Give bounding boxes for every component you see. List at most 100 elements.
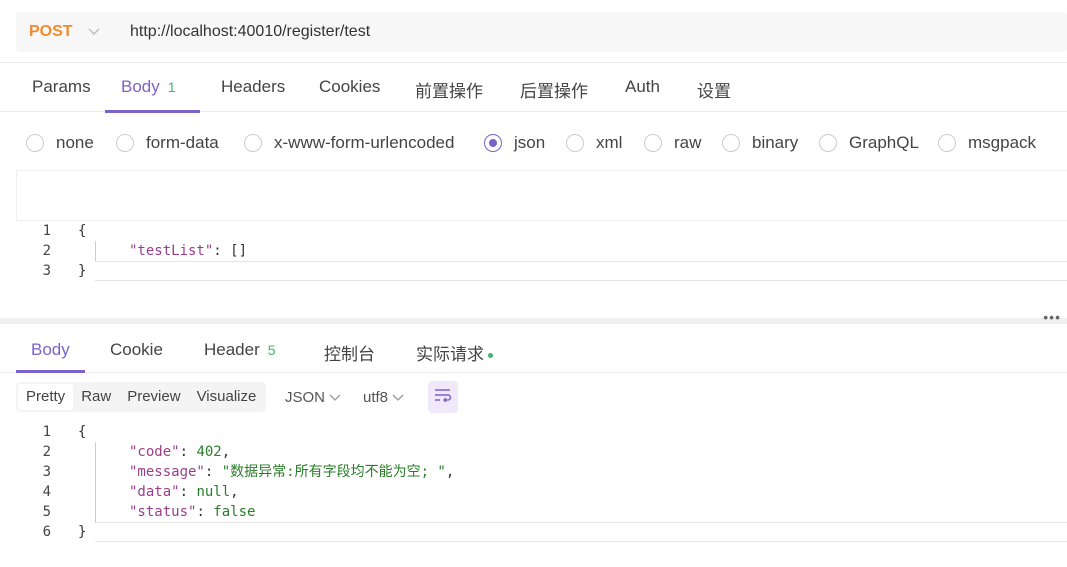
editor-toolbar [16,170,1067,221]
code-line: 6} [16,522,1067,542]
view-visualize-button[interactable]: Visualize [189,384,265,410]
radio-form-data[interactable]: form-data [116,133,219,153]
radio-label: GraphQL [849,133,919,152]
json-value: false [213,504,256,520]
radio-circle [722,134,740,152]
code-line: 3} [16,261,1067,281]
radio-msgpack[interactable]: msgpack [938,133,1036,153]
radio-xml[interactable]: xml [566,133,622,153]
line-number: 2 [42,243,51,259]
view-preview-button[interactable]: Preview [119,384,188,410]
body-type-radios: none form-data x-www-form-urlencoded jso… [0,125,1067,161]
json-value: [] [230,243,248,259]
radio-label: msgpack [968,133,1037,152]
radio-binary[interactable]: binary [722,133,798,153]
radio-label: form-data [146,133,219,152]
more-icon[interactable]: ••• [1043,309,1061,325]
request-tabs: Params Body 1 Headers Cookies 前置操作 后置操作 A… [0,62,1067,113]
resp-tab-header-label: Header [204,340,260,359]
code-text: "testList": [] [129,241,247,261]
resp-tab-cookie[interactable]: Cookie [110,340,163,360]
code-text: } [78,524,87,540]
code-text: "code": 402, [129,444,231,460]
response-tabs: Body Cookie Header 5 控制台 实际请求 [0,328,1067,373]
active-tab-indicator [105,110,200,113]
active-tab-indicator [16,370,85,373]
chevron-down-icon [392,389,404,406]
code-text: "message": "数据异常:所有字段均不能为空; ", [129,464,455,480]
format-select-value: JSON [285,389,326,406]
tab-pre-ops[interactable]: 前置操作 [415,77,483,102]
tab-settings[interactable]: 设置 [697,77,731,102]
code-line: 3 "message": "数据异常:所有字段均不能为空; ", [16,462,1067,482]
code-line: 4 "data": null, [16,482,1067,502]
format-select[interactable]: JSON [285,389,341,406]
view-pretty-button[interactable]: Pretty [18,384,74,410]
code-text: "data": null, [129,484,239,500]
resp-tab-actual-request[interactable]: 实际请求 [416,340,493,365]
view-raw-button[interactable]: Raw [73,384,119,410]
code-text: } [78,263,87,279]
status-dot [488,353,493,359]
wrap-lines-button[interactable] [428,381,458,413]
radio-circle [566,134,584,152]
line-number: 1 [42,223,51,239]
radio-label: xml [596,133,623,152]
radio-circle [116,134,134,152]
json-value: null [196,484,231,500]
json-colon: : [213,243,231,259]
code-text: "status": false [129,504,256,520]
radio-none[interactable]: none [26,133,94,153]
json-key: "data" [129,484,180,500]
code-text: { [78,424,87,440]
json-key: "testList" [129,243,214,259]
code-line: 2 "testList": [] [16,241,1067,261]
chevron-down-icon[interactable] [88,28,118,36]
tab-body-label: Body [121,77,160,96]
json-value: 402 [196,444,222,460]
radio-x-www-form-urlencoded[interactable]: x-www-form-urlencoded [244,133,454,153]
chevron-down-icon [329,389,341,406]
radio-graphql[interactable]: GraphQL [819,133,919,153]
radio-label: none [56,133,94,152]
method-select[interactable]: POST [29,23,76,41]
request-body-editor[interactable]: 1{ 2 "testList": [] 3} [16,221,1067,281]
radio-circle [244,134,262,152]
radio-circle [644,134,662,152]
line-number: 3 [42,263,51,279]
radio-label: binary [752,133,799,152]
tab-body[interactable]: Body 1 [121,77,176,97]
tab-cookies[interactable]: Cookies [319,77,380,97]
resp-tab-console[interactable]: 控制台 [324,340,375,365]
radio-json[interactable]: json [484,133,545,153]
response-body-viewer[interactable]: 1{ 2 "code": 402, 3 "message": "数据异常:所有字段均… [16,422,1067,542]
code-line: 1{ [16,422,1067,442]
tab-post-ops[interactable]: 后置操作 [520,77,588,102]
wrap-lines-icon [434,388,452,407]
resp-tab-header[interactable]: Header 5 [204,340,276,360]
radio-circle [26,134,44,152]
view-mode-group: Pretty Raw Preview Visualize [16,382,267,412]
panel-divider[interactable] [0,318,1067,324]
tab-headers[interactable]: Headers [221,77,285,97]
resp-tab-body[interactable]: Body [31,340,70,360]
radio-label: x-www-form-urlencoded [274,133,455,152]
json-value: "数据异常:所有字段均不能为空; " [221,464,446,480]
encoding-select[interactable]: utf8 [363,389,404,406]
radio-label: raw [674,133,702,152]
radio-circle [819,134,837,152]
tab-auth[interactable]: Auth [625,77,660,97]
code-line: 1{ [16,221,1067,241]
line-number: 4 [42,484,51,500]
encoding-select-value: utf8 [363,389,389,406]
url-input[interactable]: http://localhost:40010/register/test [130,23,370,41]
resp-tab-header-count: 5 [267,342,276,358]
radio-circle [938,134,956,152]
url-bar: POST http://localhost:40010/register/tes… [16,12,1067,52]
radio-circle-checked [484,134,502,152]
radio-raw[interactable]: raw [644,133,701,153]
tab-params[interactable]: Params [32,77,91,97]
json-key: "message" [129,464,205,480]
json-key: "status" [129,504,197,520]
code-text: { [78,223,87,239]
